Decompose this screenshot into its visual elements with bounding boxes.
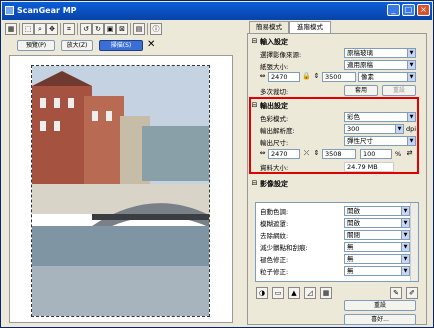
close-button[interactable]: × (417, 4, 430, 16)
histogram-icon[interactable]: ▲ (288, 287, 300, 299)
unit-select[interactable]: 像素 ▼ (358, 72, 416, 82)
chevron-down-icon: ▼ (401, 219, 409, 227)
chevron-down-icon: ▼ (407, 61, 415, 69)
tab-basic-mode[interactable]: 簡易模式 (249, 21, 289, 33)
eyedropper-icon[interactable]: ✎ (390, 287, 402, 299)
move-icon[interactable]: ✥ (46, 23, 58, 35)
fading-correction-value: 無 (347, 255, 354, 263)
image-settings-heading: 影像設定 (260, 180, 288, 188)
info-icon[interactable]: ⓘ (150, 23, 162, 35)
scangear-window: ScanGear MP _ □ × ▦ ⬚ ⌕ ✥ ⌗ ↺ ↻ ▣ ⊠ ▤ ⓘ … (0, 0, 434, 328)
list-scrollbar[interactable] (410, 203, 418, 281)
list-item: 粒子修正: 無 ▼ (258, 266, 410, 277)
auto-crop-icon[interactable]: ⌗ (63, 23, 75, 35)
descreen-label: 去除網紋: (260, 232, 289, 240)
divider (77, 23, 78, 35)
unsharp-mask-value: 開啟 (347, 219, 360, 227)
aspect-lock-icon[interactable]: 🔒 (302, 72, 311, 81)
divider (19, 23, 20, 35)
unsharp-mask-select[interactable]: 開啟 ▼ (344, 218, 410, 228)
divider (130, 23, 131, 35)
auto-tone-select[interactable]: 開啟 ▼ (344, 206, 410, 216)
list-item: 模糊遮罩: 開啟 ▼ (258, 218, 410, 229)
advanced-pane: ⊟ 輸入設定 選擇影像來源: 原稿玻璃 ▼ 紙張大小: 適用原稿 ▼ ⇔ 2470 … (247, 33, 427, 325)
descreen-select[interactable]: 關閉 ▼ (344, 230, 410, 240)
list-item: 自動色調: 開啟 ▼ (258, 206, 410, 217)
zoom-icon[interactable]: ⌕ (34, 23, 46, 35)
dust-scratch-value: 無 (347, 243, 354, 251)
list-item: 去除網紋: 關閉 ▼ (258, 230, 410, 241)
source-select[interactable]: 原稿玻璃 ▼ (344, 48, 416, 58)
grain-correction-value: 無 (347, 267, 354, 275)
tone-curve-icon[interactable]: ◿ (304, 287, 316, 299)
pen-icon[interactable]: ✐ (406, 287, 418, 299)
chevron-down-icon: ▼ (407, 73, 415, 81)
maximize-button[interactable]: □ (402, 4, 415, 16)
preview-button[interactable]: 預覽(P) (17, 40, 55, 51)
source-value: 原稿玻璃 (347, 49, 373, 57)
input-width-field[interactable]: 2470 (268, 72, 300, 82)
threshold-icon[interactable]: ▦ (320, 287, 332, 299)
image-settings-list: 自動色調: 開啟 ▼ 模糊遮罩: 開啟 ▼ 去除網紋: 關閉 ▼ 減少髒點和刮痕: 無… (255, 202, 419, 282)
chevron-down-icon: ▼ (401, 231, 409, 239)
grain-correction-select[interactable]: 無 ▼ (344, 266, 410, 276)
apply-button[interactable]: 套用 (344, 85, 378, 96)
highlight-box (249, 97, 419, 174)
chevron-down-icon: ▼ (401, 243, 409, 251)
reset-button[interactable]: 重設 (344, 300, 416, 311)
collapse-icon[interactable]: ⊟ (250, 179, 259, 188)
copy-frame-icon[interactable]: ▣ (104, 23, 116, 35)
paper-size-value: 適用原稿 (347, 61, 373, 69)
input-settings-heading: 輸入設定 (260, 38, 288, 46)
zoom-button[interactable]: 放大(Z) (61, 40, 93, 51)
dust-scratch-label: 減少髒點和刮痕: (260, 244, 308, 252)
height-icon: ⇕ (313, 72, 320, 80)
scan-button[interactable]: 掃描(S) (99, 40, 143, 51)
auto-tone-value: 開啟 (347, 207, 360, 215)
chevron-down-icon: ▼ (401, 267, 409, 275)
divider (60, 23, 61, 35)
paper-size-select[interactable]: 適用原稿 ▼ (344, 60, 416, 70)
descreen-value: 關閉 (347, 231, 360, 239)
auto-tone-label: 自動色調: (260, 208, 289, 216)
title-bar: ScanGear MP (2, 2, 432, 20)
collapse-icon[interactable]: ⊟ (250, 37, 259, 46)
dust-scratch-select[interactable]: 無 ▼ (344, 242, 410, 252)
view-icon[interactable]: ▦ (5, 23, 17, 35)
divider (147, 23, 148, 35)
clear-icon[interactable]: ✕ (147, 39, 155, 51)
grain-correction-label: 粒子修正: (260, 268, 289, 276)
minimize-button[interactable]: _ (387, 4, 400, 16)
paper-size-label: 紙張大小: (260, 63, 289, 71)
app-icon (5, 6, 14, 15)
brightness-icon[interactable]: ◑ (256, 287, 268, 299)
unsharp-mask-label: 模糊遮罩: (260, 220, 289, 228)
delete-frame-icon[interactable]: ⊠ (116, 23, 128, 35)
chevron-down-icon: ▼ (401, 207, 409, 215)
thumbnail-icon[interactable]: ▤ (133, 23, 145, 35)
reset-crop-button[interactable]: 重設 (382, 85, 416, 96)
preferences-button[interactable]: 喜好... (344, 314, 416, 325)
rotate-right-icon[interactable]: ↻ (92, 23, 104, 35)
unit-value: 像素 (361, 73, 374, 81)
chevron-down-icon: ▼ (407, 49, 415, 57)
multi-crop-label: 多次裁切: (260, 88, 289, 96)
fading-correction-label: 褪色修正: (260, 256, 289, 264)
width-icon: ⇔ (259, 72, 266, 80)
rotate-left-icon[interactable]: ↺ (80, 23, 92, 35)
input-height-field[interactable]: 3500 (322, 72, 356, 82)
chevron-down-icon: ▼ (401, 255, 409, 263)
list-item: 褪色修正: 無 ▼ (258, 254, 410, 265)
window-title: ScanGear MP (17, 6, 77, 15)
crop-icon[interactable]: ⬚ (22, 23, 34, 35)
preview-image (31, 65, 210, 317)
list-item: 減少髒點和刮痕: 無 ▼ (258, 242, 410, 253)
fading-correction-select[interactable]: 無 ▼ (344, 254, 410, 264)
source-label: 選擇影像來源: (260, 51, 302, 59)
toolbar: ▦ ⬚ ⌕ ✥ ⌗ ↺ ↻ ▣ ⊠ ▤ ⓘ (3, 22, 243, 36)
saturation-icon[interactable]: ▭ (272, 287, 284, 299)
